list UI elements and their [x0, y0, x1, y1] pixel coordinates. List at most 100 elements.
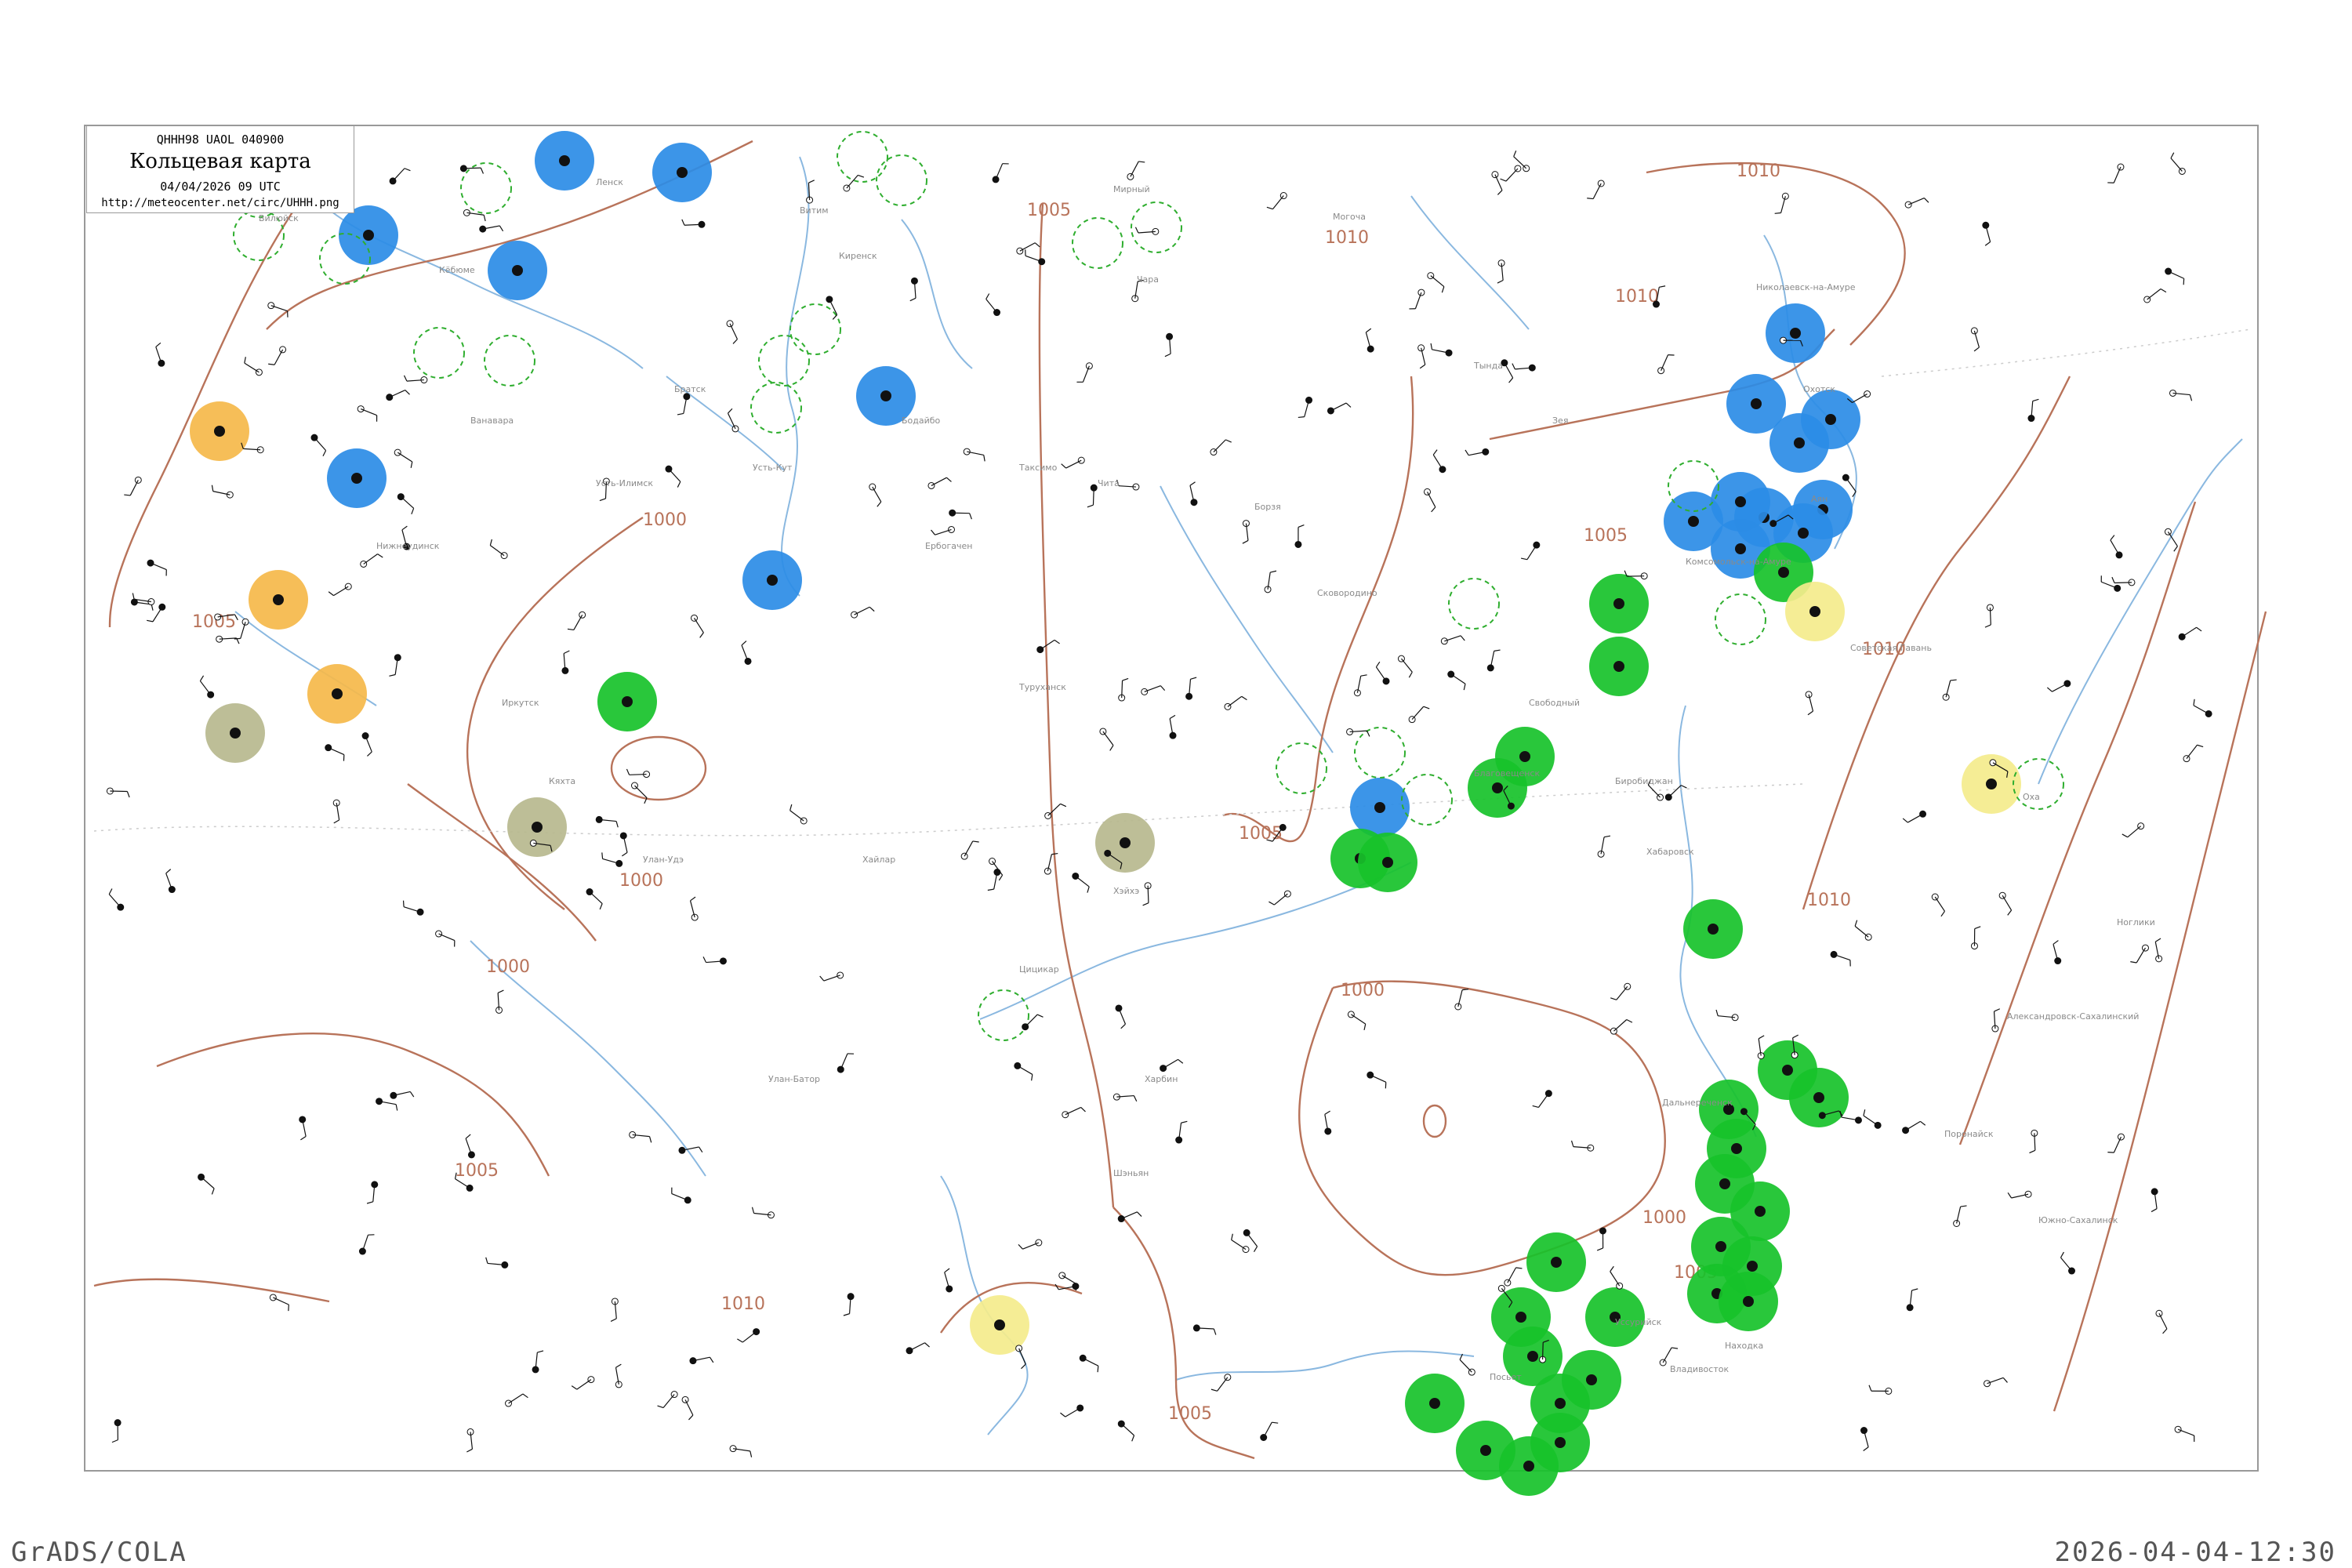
station-dot [622, 696, 633, 707]
station-dot [1480, 1445, 1491, 1456]
place-label: Хэйхэ [1113, 886, 1139, 896]
place-label: Поронайск [1944, 1129, 1994, 1139]
station-dot [214, 426, 225, 437]
place-label: Кяхта [549, 776, 575, 786]
place-label: Витим [800, 205, 829, 216]
station-dot [1751, 398, 1762, 409]
place-label: Владивосток [1670, 1364, 1729, 1374]
station-dot [559, 155, 570, 166]
map-title: Кольцевая карта [129, 150, 311, 173]
place-label: Аян [1811, 494, 1828, 504]
station-dot [1551, 1257, 1562, 1268]
station-dot [532, 822, 543, 833]
station-dot [512, 265, 523, 276]
isobar-label: 1000 [1642, 1208, 1686, 1228]
station-dot [1492, 782, 1503, 793]
place-label: Ноглики [2117, 917, 2155, 927]
isobar-label: 1005 [1027, 201, 1071, 220]
place-label: Благовещенск [1474, 768, 1540, 779]
synoptic-map: 1010 1010 1010 1005 1005 1005 1005 1000 … [0, 0, 2352, 1568]
place-label: Советская Гавань [1850, 643, 1932, 653]
place-label: Нижнеудинск [376, 541, 440, 551]
place-label: Иркутск [502, 698, 539, 708]
map-header: QHHH98 UAOL 040900 Кольцевая карта 04/04… [86, 125, 354, 213]
station-dot [1782, 1065, 1793, 1076]
place-label: Посьет [1490, 1372, 1522, 1382]
place-label: Хабаровск [1646, 847, 1694, 857]
place-label: Бодайбо [902, 416, 941, 426]
place-label: Николаевск-на-Амуре [1756, 282, 1856, 292]
place-label: Братск [674, 384, 706, 394]
station-dot [1555, 1437, 1566, 1448]
isobar-label: 1010 [721, 1294, 765, 1314]
isobar-label: 1005 [455, 1161, 499, 1181]
place-label: Киренск [839, 251, 877, 261]
place-label: Охотск [1803, 384, 1835, 394]
footer-timestamp: 2026-04-04-12:30 [2054, 1537, 2336, 1568]
station-dot [230, 728, 241, 739]
isobar-label: 1005 [1239, 824, 1283, 844]
place-label: Мирный [1113, 184, 1150, 194]
wind-barb [463, 167, 481, 169]
place-label: Оха [2023, 792, 2040, 802]
map-date: 04/04/2026 09 UTC [160, 180, 281, 194]
place-label: Находка [1725, 1341, 1763, 1351]
station-dot [273, 594, 284, 605]
station-dot [1790, 328, 1801, 339]
isobar-label: 1000 [643, 510, 687, 530]
map-canvas: 1010 1010 1010 1005 1005 1005 1005 1000 … [84, 125, 2267, 1496]
station-dot [1798, 528, 1809, 539]
map-url: http://meteocenter.net/circ/UHHH.png [101, 197, 339, 209]
station-dot [1586, 1374, 1597, 1385]
place-label: Чита [1098, 478, 1120, 488]
isobar-label: 1000 [486, 957, 530, 977]
isobar-label: 1010 [1737, 162, 1780, 181]
place-label: Дальнереченск [1662, 1098, 1733, 1108]
wind-barb-feather [601, 852, 604, 859]
isobar-label: 1005 [1584, 526, 1628, 546]
isobar-label: 1010 [1615, 287, 1659, 307]
station-dot [1613, 598, 1624, 609]
place-label: Ербогачен [925, 541, 972, 551]
station-dot [1743, 1296, 1754, 1307]
station-dot [1809, 606, 1820, 617]
station-dot [1429, 1398, 1440, 1409]
place-label: Вилюйск [259, 213, 299, 223]
station-dot [1523, 1461, 1534, 1472]
station-dot [363, 230, 374, 241]
wind-barb-feather [1298, 416, 1305, 419]
map-frame [84, 125, 2259, 1472]
place-label: Могоча [1333, 212, 1366, 222]
place-label: Южно-Сахалинск [2038, 1215, 2118, 1225]
wind-barb-feather [402, 900, 405, 907]
place-label: Шэньян [1113, 1168, 1149, 1178]
place-label: Хайлар [862, 855, 895, 865]
wind-barb-feather [1587, 198, 1594, 200]
place-label: Таксимо [1018, 463, 1058, 473]
place-label: Усть-Кут [753, 463, 793, 473]
station-dot [1515, 1312, 1526, 1323]
station-dot [1382, 857, 1393, 868]
wind-barb-feather [1774, 212, 1781, 214]
wind-barb [1147, 885, 1149, 903]
place-label: Ванавара [470, 416, 514, 426]
station-dot [1555, 1398, 1566, 1409]
station-dot [1747, 1261, 1758, 1272]
wind-barb [110, 790, 128, 793]
place-label: Улан-Батор [768, 1074, 820, 1084]
station-marker [1305, 396, 1313, 404]
station-dot [1735, 496, 1746, 507]
isobar-label: 1000 [619, 871, 663, 891]
station-dot [994, 1319, 1005, 1330]
place-label: Ленск [596, 177, 623, 187]
station-dot [767, 575, 778, 586]
place-label: Уссурийск [1615, 1317, 1662, 1327]
place-label: Цицикар [1019, 964, 1059, 975]
place-label: Борзя [1254, 502, 1281, 512]
station-dot [1986, 779, 1997, 789]
wind-barb [1541, 1342, 1544, 1360]
place-label: Чара [1137, 274, 1159, 285]
station-dot [1825, 414, 1836, 425]
station-dot [1374, 802, 1385, 813]
station-dot [332, 688, 343, 699]
